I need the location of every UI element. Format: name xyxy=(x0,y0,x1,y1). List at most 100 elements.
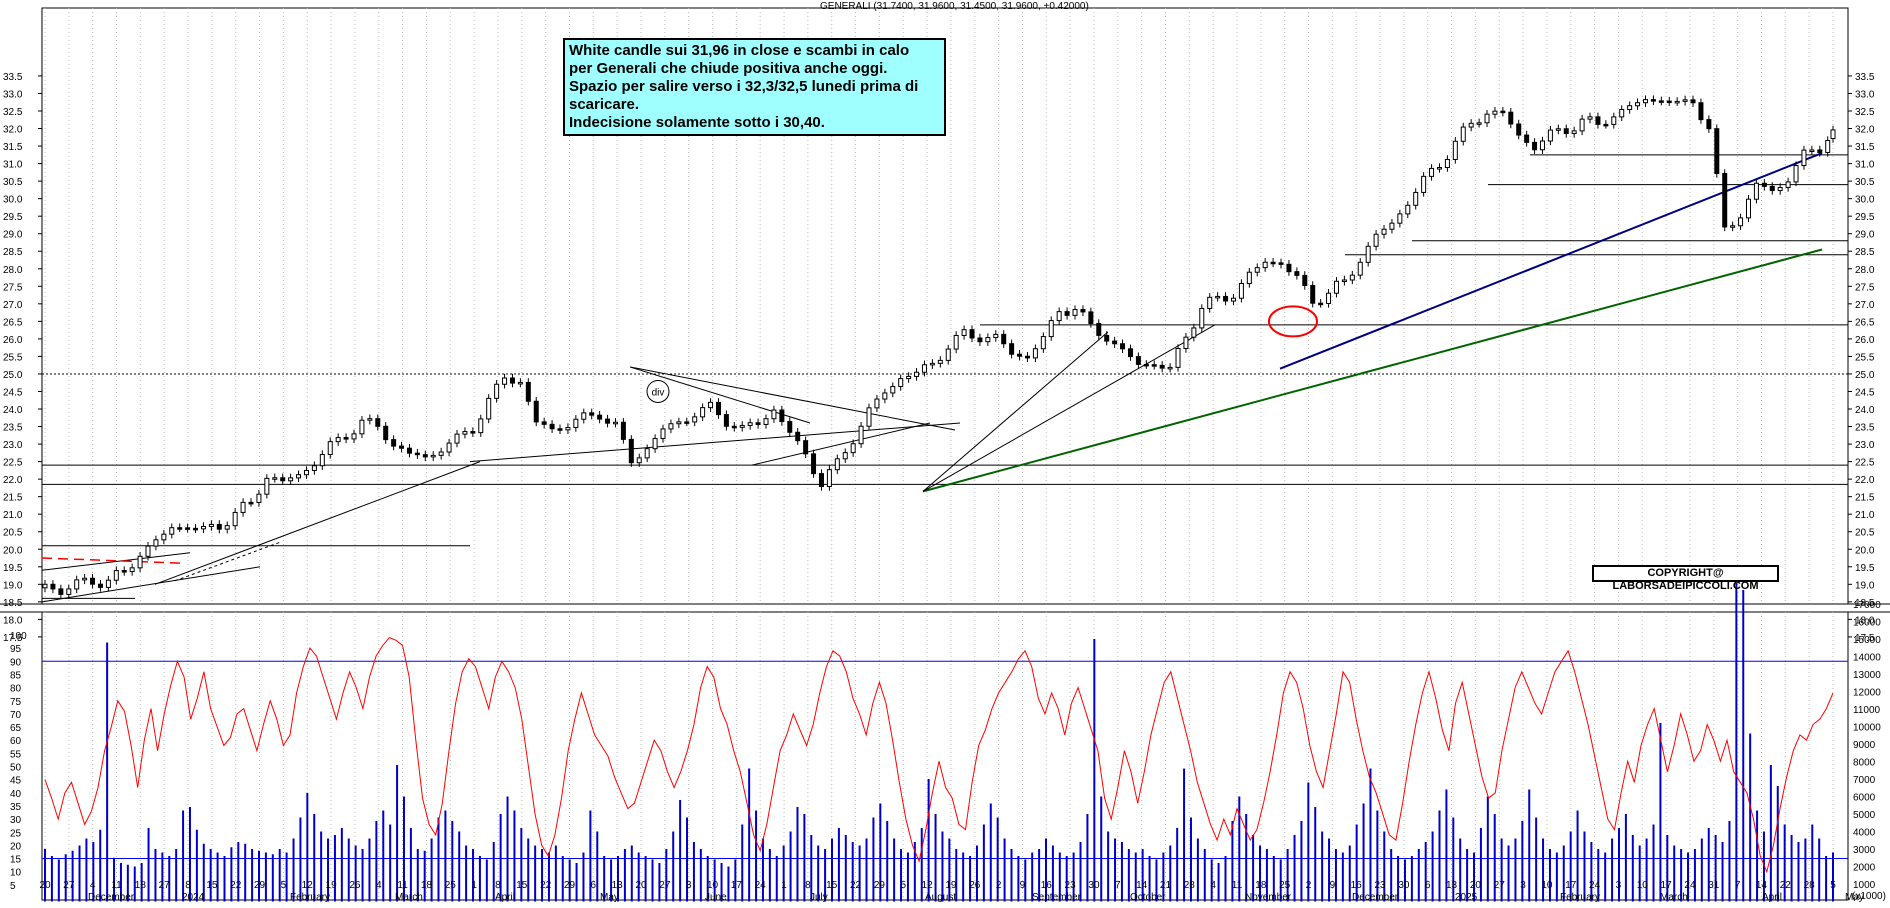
annotation-line: Spazio per salire verso i 32,3/32,5 lune… xyxy=(569,78,919,95)
volume-bar xyxy=(485,859,488,902)
candle-body xyxy=(280,477,286,482)
candle-body xyxy=(1809,149,1815,152)
volume-bar xyxy=(665,849,668,902)
x-tick-label-day: 8 xyxy=(805,880,811,891)
osc-tick-label: 75 xyxy=(10,697,22,708)
y-tick-label-left: 19.0 xyxy=(3,580,23,591)
volume-bar xyxy=(175,849,178,902)
candle-body xyxy=(1064,311,1070,316)
candle-body xyxy=(1135,356,1141,365)
candle-body xyxy=(1738,217,1744,227)
candle-body xyxy=(1460,126,1466,142)
candle-body xyxy=(1682,99,1688,102)
candle-body xyxy=(1127,348,1133,358)
candle-body xyxy=(494,383,500,399)
x-tick-label-day: 4 xyxy=(376,880,382,891)
osc-tick-label: 55 xyxy=(10,749,22,760)
volume-bar xyxy=(554,845,557,902)
y-tick-label-right: 25.0 xyxy=(1855,370,1875,381)
volume-bar xyxy=(1749,733,1752,902)
candle-body xyxy=(1825,140,1831,153)
candle-body xyxy=(208,523,214,527)
candle-body xyxy=(288,477,294,482)
candle-body xyxy=(224,525,230,530)
y-tick-label-left: 21.0 xyxy=(3,510,23,521)
x-tick-label-day: 9 xyxy=(1330,880,1336,891)
candle-body xyxy=(1627,105,1633,111)
volume-bar xyxy=(506,796,509,902)
x-tick-label-month: August xyxy=(925,892,956,903)
candle-body xyxy=(565,427,571,431)
volume-bar xyxy=(1217,863,1220,902)
volume-bar xyxy=(1314,807,1317,902)
x-tick-label-day: 31 xyxy=(1708,880,1720,891)
volume-bar xyxy=(1293,835,1296,902)
volume-bar xyxy=(423,850,426,902)
candle-body xyxy=(1294,271,1300,276)
x-tick-label-day: 2 xyxy=(1306,880,1312,891)
x-tick-label-day: 19 xyxy=(945,880,957,891)
volume-bar xyxy=(582,852,585,902)
volume-bar xyxy=(1507,845,1510,902)
candle-body xyxy=(1230,297,1236,302)
candle-body xyxy=(383,425,389,441)
volume-tick-label: 7000 xyxy=(1853,775,1876,786)
y-tick-label-right: 29.0 xyxy=(1855,230,1875,241)
volume-bar xyxy=(623,849,626,902)
candle-body xyxy=(977,337,983,343)
x-tick-label-day: 29 xyxy=(874,880,886,891)
volume-tick-label: 5000 xyxy=(1853,810,1876,821)
annotation-box: White candle sui 31,96 in close e scambi… xyxy=(563,38,946,136)
osc-tick-label: 95 xyxy=(10,644,22,655)
volume-bar xyxy=(596,831,599,902)
candle-body xyxy=(1532,141,1538,151)
candle-body xyxy=(248,501,254,505)
volume-bar xyxy=(1645,838,1648,902)
x-tick-label-day: 1 xyxy=(781,880,787,891)
volume-bar xyxy=(382,810,385,902)
volume-bar xyxy=(1735,583,1738,902)
volume-bar xyxy=(1638,845,1641,902)
candle-body xyxy=(1207,296,1213,309)
volume-bar xyxy=(768,849,771,902)
candle-body xyxy=(1555,128,1561,131)
volume-bar xyxy=(161,852,164,902)
volume-bar xyxy=(1555,852,1558,902)
candle-body xyxy=(573,418,579,429)
volume-bar xyxy=(699,849,702,902)
candle-body xyxy=(1674,100,1680,104)
volume-tick-label: 8000 xyxy=(1853,758,1876,769)
candle-body xyxy=(486,397,492,420)
volume-bar xyxy=(679,800,682,902)
y-tick-label-left: 24.0 xyxy=(3,405,23,416)
x-tick-label-day: 18 xyxy=(1255,880,1267,891)
x-tick-label-day: 6 xyxy=(591,880,597,891)
candle-body xyxy=(169,527,175,535)
candle-body xyxy=(1650,99,1656,102)
x-tick-label-day: 3 xyxy=(686,880,692,891)
candle-body xyxy=(296,474,302,479)
candle-body xyxy=(1698,102,1704,121)
candle-body xyxy=(327,441,333,456)
candle-body xyxy=(1262,261,1268,269)
candle-body xyxy=(1120,343,1126,350)
volume-tick-label: 11000 xyxy=(1853,705,1881,716)
volume-bar xyxy=(858,845,861,902)
y-tick-label-right: 33.5 xyxy=(1855,72,1875,83)
candle-body xyxy=(1112,340,1118,345)
x-tick-label-day: 11 xyxy=(397,880,408,891)
volume-bar xyxy=(244,843,247,902)
volume-bar xyxy=(147,828,150,902)
candle-body xyxy=(1492,110,1498,115)
x-tick-label-day: 28 xyxy=(1804,880,1816,891)
volume-bar xyxy=(865,838,868,902)
candle-body xyxy=(1793,165,1799,183)
candle-body xyxy=(1801,149,1807,167)
x-tick-label-day: 22 xyxy=(230,880,242,891)
candle-body xyxy=(311,465,317,471)
candle-body xyxy=(1595,116,1601,125)
x-tick-label-day: 5 xyxy=(281,880,287,891)
volume-bar xyxy=(1431,831,1434,902)
candle-body xyxy=(1357,261,1363,276)
y-tick-label-right: 21.5 xyxy=(1855,493,1875,504)
